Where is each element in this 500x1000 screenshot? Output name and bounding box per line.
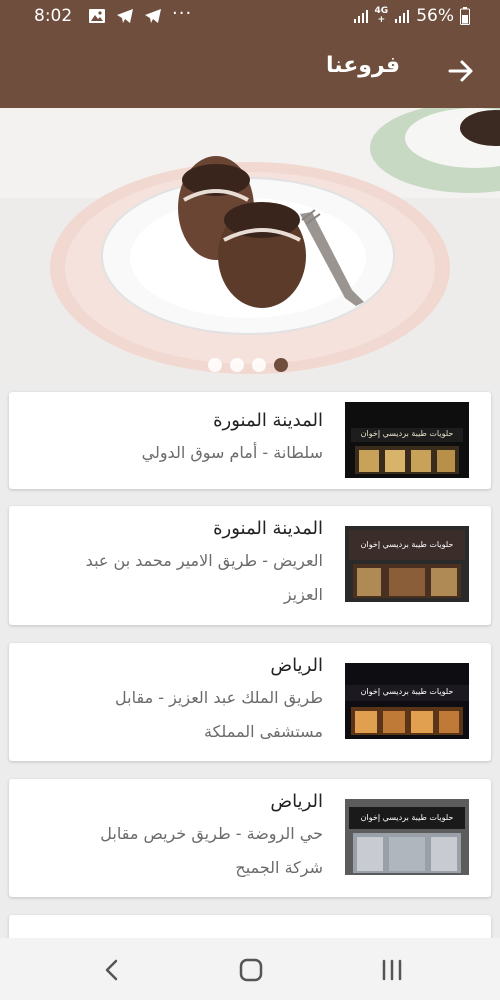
back-nav-icon[interactable] [98, 956, 126, 984]
telegram-icon [145, 9, 161, 23]
arrow-right-icon[interactable] [446, 56, 476, 86]
branch-photo: حلويات طيبة برديسي إخوان [345, 402, 469, 478]
image-carousel[interactable] [0, 108, 500, 384]
carousel-dot[interactable] [252, 358, 266, 372]
signal-icon [353, 10, 368, 23]
branch-city: الرياض [270, 655, 323, 676]
branch-sign: حلويات طيبة برديسي إخوان [360, 687, 454, 696]
carousel-dot[interactable] [230, 358, 244, 372]
branch-city: المدينة المنورة [213, 410, 323, 431]
battery-icon [460, 7, 470, 25]
status-bar: 8:02 ··· 4G + 56% [0, 0, 500, 34]
carousel-indicators [208, 358, 288, 372]
telegram-icon [117, 9, 133, 23]
image-icon [89, 9, 105, 23]
network-type: 4G + [374, 6, 389, 25]
branch-sign: حلويات طيبة برديسي إخوان [360, 429, 454, 438]
branch-card[interactable]: حلويات طيبة برديسي إخوان الرياض حي الروض… [9, 779, 491, 897]
branch-address-line: مستشفى المملكة [204, 722, 323, 741]
branch-address-line: العريض - طريق الامير محمد بن عبد [85, 551, 323, 570]
branch-card[interactable]: حلويات طيبة برديسي إخوان الرياض طريق الم… [9, 643, 491, 761]
app-bar: فروعنا [0, 34, 500, 108]
notification-icons [88, 7, 162, 25]
branch-city: الرياض [270, 791, 323, 812]
carousel-dot-active[interactable] [274, 358, 288, 372]
status-time: 8:02 [34, 6, 73, 26]
system-status: 4G + 56% [353, 6, 470, 26]
branch-address-line: العزيز [283, 585, 323, 604]
system-nav-bar [0, 938, 500, 1000]
dessert-photo [0, 108, 500, 384]
branch-sign: حلويات طيبة برديسي إخوان [360, 813, 454, 822]
branch-photo: حلويات طيبة برديسي إخوان [345, 526, 469, 602]
branch-photo: حلويات طيبة برديسي إخوان [345, 663, 469, 739]
recents-nav-icon[interactable] [378, 956, 406, 984]
branch-photo: حلويات طيبة برديسي إخوان [345, 799, 469, 875]
branch-city: المدينة المنورة [213, 518, 323, 539]
battery-percent: 56% [416, 6, 454, 26]
more-notifications-icon: ··· [172, 3, 193, 24]
branch-address-line: حي الروضة - طريق خريص مقابل [100, 824, 323, 843]
branch-card[interactable]: حلويات طيبة برديسي إخوان المدينة المنورة… [9, 392, 491, 489]
branch-address-line: طريق الملك عبد العزيز - مقابل [115, 688, 323, 707]
branch-address: سلطانة - أمام سوق الدولي [141, 443, 323, 462]
signal-icon [395, 10, 410, 23]
home-nav-icon[interactable] [237, 956, 265, 984]
page-title: فروعنا [325, 53, 400, 78]
branch-card[interactable]: حلويات طيبة برديسي إخوان المدينة المنورة… [9, 506, 491, 625]
branch-address-line: شركة الجميح [235, 858, 323, 877]
carousel-dot[interactable] [208, 358, 222, 372]
branch-sign: حلويات طيبة برديسي إخوان [360, 540, 454, 549]
